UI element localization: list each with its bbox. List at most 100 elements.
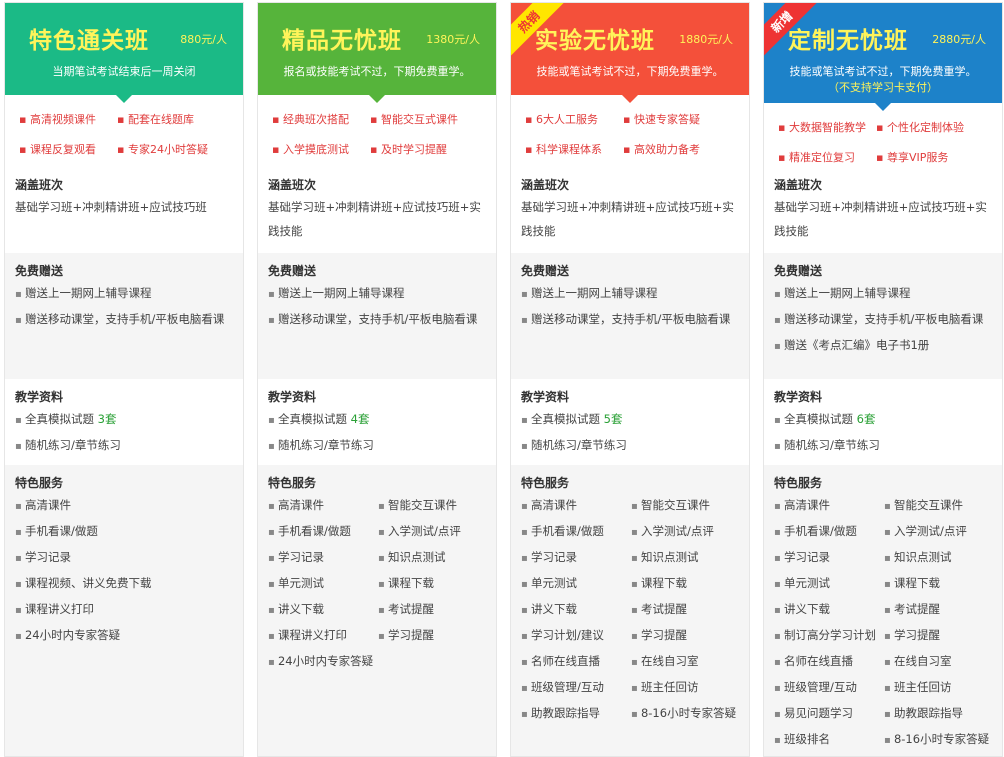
service-item: 24小时内专家答疑 <box>268 649 378 675</box>
plan-card[interactable]: 精品无忧班 1380元/人报名或技能考试不过，下期免费重学。经典班次搭配智能交互式… <box>257 2 497 757</box>
gift-item: 赠送上一期网上辅导课程 <box>268 281 486 307</box>
highlight-item: 配套在线题库 <box>117 105 215 135</box>
material-label: 全真模拟试题 <box>783 412 853 426</box>
highlight-item: 6大人工服务 <box>525 105 623 135</box>
highlight-item: 入学摸底测试 <box>272 135 370 165</box>
service-item: 入学测试/点评 <box>631 519 739 545</box>
material-item: 随机练习/章节练习 <box>268 433 486 459</box>
service-item: 入学测试/点评 <box>884 519 992 545</box>
plan-header: 特色通关班 880元/人 当期笔试考试结束后一周关闭 <box>5 3 243 103</box>
gift-item: 赠送移动课堂，支持手机/平板电脑看课 <box>15 307 233 333</box>
highlight-item: 高效助力备考 <box>623 135 721 165</box>
service-item: 学习计划/建议 <box>521 623 631 649</box>
service-item: 易见问题学习 <box>774 701 884 727</box>
service-item: 班级管理/互动 <box>521 675 631 701</box>
plan-highlights: 经典班次搭配智能交互式课件入学摸底测试及时学习提醒 <box>258 95 496 167</box>
plan-title: 定制无忧班 <box>788 28 908 54</box>
gifts-section: 免费赠送赠送上一期网上辅导课程赠送移动课堂，支持手机/平板电脑看课 <box>511 253 749 379</box>
plan-description: 报名或技能考试不过，下期免费重学。 <box>283 65 471 78</box>
material-count: 6套 <box>856 412 876 426</box>
plan-highlights: 6大人工服务快速专家答疑科学课程体系高效助力备考 <box>511 95 749 167</box>
service-item: 8-16小时专家答疑 <box>884 727 992 753</box>
highlight-item: 智能交互式课件 <box>370 105 468 135</box>
header-pointer <box>368 94 386 103</box>
service-item: 学习记录 <box>774 545 884 571</box>
plan-card[interactable]: 特色通关班 880元/人当期笔试考试结束后一周关闭高清视频课件配套在线题库课程反复… <box>4 2 244 757</box>
material-item: 随机练习/章节练习 <box>15 433 233 459</box>
highlight-item: 大数据智能教学 <box>778 113 876 143</box>
service-item: 学习记录 <box>15 545 233 571</box>
header-pointer <box>621 94 639 103</box>
plan-header: 热销 实验无忧班 1880元/人 技能或笔试考试不过，下期免费重学。 <box>511 3 749 103</box>
section-heading: 涵盖班次 <box>15 178 64 192</box>
service-item: 讲义下载 <box>774 597 884 623</box>
material-count: 5套 <box>603 412 623 426</box>
service-item: 24小时内专家答疑 <box>15 623 233 649</box>
service-item: 入学测试/点评 <box>378 519 486 545</box>
service-item: 课程下载 <box>631 571 739 597</box>
gift-item: 赠送《考点汇编》电子书1册 <box>774 333 992 359</box>
services-left-column: 高清课件手机看课/做题学习记录单元测试讲义下载学习计划/建议名师在线直播班级管理… <box>521 493 631 727</box>
service-item: 知识点测试 <box>631 545 739 571</box>
service-item: 单元测试 <box>521 571 631 597</box>
plan-card[interactable]: 热销实验无忧班1880元/人技能或笔试考试不过，下期免费重学。6大人工服务快速专… <box>510 2 750 757</box>
material-label: 全真模拟试题 <box>277 412 347 426</box>
gifts-section: 免费赠送赠送上一期网上辅导课程赠送移动课堂，支持手机/平板电脑看课 <box>258 253 496 379</box>
service-item: 考试提醒 <box>884 597 992 623</box>
service-item: 单元测试 <box>268 571 378 597</box>
gift-item: 赠送上一期网上辅导课程 <box>774 281 992 307</box>
service-item: 学习记录 <box>268 545 378 571</box>
service-item: 课程下载 <box>378 571 486 597</box>
services-left-column: 高清课件手机看课/做题学习记录单元测试讲义下载制订高分学习计划名师在线直播班级管… <box>774 493 884 756</box>
service-item: 制订高分学习计划 <box>774 623 884 649</box>
plan-card[interactable]: 新增 定制无忧班 2880元/人 技能或笔试考试不过，下期免费重学。 （不支持学习卡支付… <box>763 2 1003 757</box>
plan-price: 1880元/人 <box>679 33 733 46</box>
service-item: 高清课件 <box>521 493 631 519</box>
service-item: 高清课件 <box>15 493 233 519</box>
highlight-item: 高清视频课件 <box>19 105 117 135</box>
highlight-item: 及时学习提醒 <box>370 135 468 165</box>
highlight-item: 课程反复观看 <box>19 135 117 165</box>
materials-section: 教学资料全真模拟试题 5套随机练习/章节练习 <box>511 379 749 465</box>
material-item: 随机练习/章节练习 <box>521 433 739 459</box>
material-label: 全真模拟试题 <box>530 412 600 426</box>
plan-description: 技能或笔试考试不过，下期免费重学。 <box>536 65 724 78</box>
services-section: 特色服务高清课件手机看课/做题学习记录课程视频、讲义免费下载课程讲义打印24小时… <box>5 465 243 649</box>
section-heading: 特色服务 <box>268 476 317 490</box>
service-item: 手机看课/做题 <box>268 519 378 545</box>
services-right-column: 智能交互课件入学测试/点评知识点测试课程下载考试提醒学习提醒在线自习室班主任回访… <box>631 493 739 727</box>
plan-title: 精品无忧班 <box>282 28 402 54</box>
highlight-item: 个性化定制体验 <box>876 113 974 143</box>
services-columns: 高清课件手机看课/做题学习记录课程视频、讲义免费下载课程讲义打印24小时内专家答… <box>15 493 233 649</box>
service-item: 班级排名 <box>774 727 884 753</box>
plan-description: 技能或笔试考试不过，下期免费重学。 <box>789 65 977 78</box>
gift-item: 赠送上一期网上辅导课程 <box>521 281 739 307</box>
services-right-column: 智能交互课件入学测试/点评知识点测试课程下载考试提醒学习提醒在线自习室班主任回访… <box>884 493 992 756</box>
gift-item: 赠送移动课堂，支持手机/平板电脑看课 <box>774 307 992 333</box>
gift-item: 赠送移动课堂，支持手机/平板电脑看课 <box>268 307 486 333</box>
service-item: 名师在线直播 <box>521 649 631 675</box>
gifts-section: 免费赠送赠送上一期网上辅导课程赠送移动课堂，支持手机/平板电脑看课赠送《考点汇编… <box>764 253 1002 379</box>
highlight-item: 科学课程体系 <box>525 135 623 165</box>
services-left-column: 高清课件手机看课/做题学习记录单元测试讲义下载课程讲义打印24小时内专家答疑 <box>268 493 378 675</box>
service-item: 课程讲义打印 <box>268 623 378 649</box>
plan-header: 精品无忧班 1380元/人报名或技能考试不过，下期免费重学。 <box>258 3 496 103</box>
service-item: 智能交互课件 <box>884 493 992 519</box>
header-pointer <box>874 102 892 111</box>
service-item: 智能交互课件 <box>378 493 486 519</box>
materials-section: 教学资料全真模拟试题 4套随机练习/章节练习 <box>258 379 496 465</box>
section-heading: 免费赠送 <box>15 264 64 278</box>
plan-note: （不支持学习卡支付） <box>828 81 938 94</box>
plan-price: 1380元/人 <box>426 33 480 46</box>
courses-section: 涵盖班次 基础学习班+冲刺精讲班+应试技巧班+实践技能 <box>511 167 749 253</box>
plan-price: 880元/人 <box>180 33 227 46</box>
highlight-item: 快速专家答疑 <box>623 105 721 135</box>
services-right-column: 智能交互课件入学测试/点评知识点测试课程下载考试提醒学习提醒 <box>378 493 486 675</box>
courses-section: 涵盖班次 基础学习班+冲刺精讲班+应试技巧班+实践技能 <box>764 167 1002 253</box>
section-heading: 教学资料 <box>774 390 823 404</box>
header-pointer <box>115 94 133 103</box>
services-columns: 高清课件手机看课/做题学习记录单元测试讲义下载制订高分学习计划名师在线直播班级管… <box>774 493 992 756</box>
highlight-item: 专家24小时答疑 <box>117 135 215 165</box>
courses-text: 基础学习班+冲刺精讲班+应试技巧班+实践技能 <box>268 200 481 238</box>
services-columns: 高清课件手机看课/做题学习记录单元测试讲义下载课程讲义打印24小时内专家答疑智能… <box>268 493 486 675</box>
